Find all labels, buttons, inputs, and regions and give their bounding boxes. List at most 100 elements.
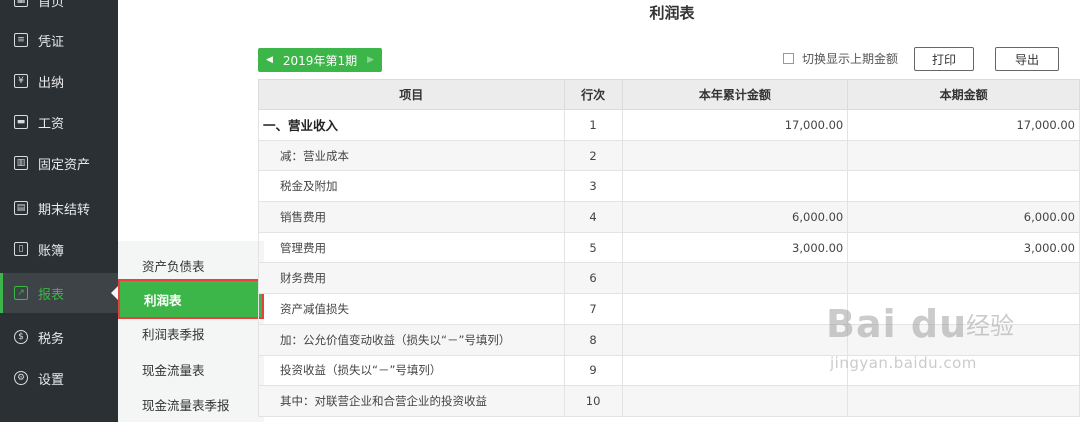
sidebar-item-label: 期末结转 xyxy=(38,202,91,218)
caret-left-icon[interactable]: ◀ xyxy=(266,55,273,65)
building-icon: ▥ xyxy=(14,156,28,170)
table-row: 财务费用 6 xyxy=(258,262,1080,295)
row-item: 管理费用 xyxy=(258,231,565,264)
current-amount-cell[interactable] xyxy=(847,262,1080,295)
baidu-jingyan-watermark: Bai du 经验 jingyan.baidu.com xyxy=(826,302,1026,382)
ytd-amount-cell[interactable] xyxy=(621,354,849,387)
period-selector[interactable]: ◀ 2019年第1期 ▶ xyxy=(258,48,382,72)
tax-icon: $ xyxy=(14,330,28,344)
reports-submenu: 资产负债表 利润表 利润表季报 现金流量表 现金流量表季报 xyxy=(118,241,264,422)
sidebar-item-tax[interactable]: $ 税务 xyxy=(0,317,118,357)
row-item: 资产减值损失 xyxy=(258,293,565,325)
table-row: 税金及附加 3 xyxy=(258,170,1080,203)
ytd-amount-cell[interactable] xyxy=(621,170,849,203)
sidebar-item-label: 凭证 xyxy=(38,34,65,50)
page-title: 利润表 xyxy=(649,4,695,22)
calendar-icon: ▤ xyxy=(14,201,28,215)
row-number: 3 xyxy=(563,170,623,203)
submenu-item-income-quarterly[interactable]: 利润表季报 xyxy=(118,315,264,351)
sidebar-item-label: 固定资产 xyxy=(38,157,91,173)
sidebar-item-salary[interactable]: ▬ 工资 xyxy=(0,102,118,142)
ytd-amount-cell[interactable]: 3,000.00 xyxy=(621,231,849,264)
row-item: 投资收益（损失以“－”号填列） xyxy=(258,354,565,387)
table-row: 其中：对联营企业和合营企业的投资收益 10 xyxy=(258,385,1080,417)
current-amount-cell[interactable] xyxy=(847,170,1080,203)
caret-right-icon[interactable]: ▶ xyxy=(367,55,374,65)
sidebar-item-label: 工资 xyxy=(38,116,65,132)
sidebar-item-home[interactable]: ▦ 首页 xyxy=(0,0,118,20)
row-item: 加：公允价值变动收益（损失以“－”号填列） xyxy=(258,323,565,356)
sidebar-item-cashier[interactable]: ¥ 出纳 xyxy=(0,61,118,101)
ytd-amount-cell[interactable] xyxy=(621,262,849,295)
column-header-current-amount: 本期金额 xyxy=(847,79,1080,110)
current-amount-cell[interactable]: 17,000.00 xyxy=(847,109,1080,141)
row-number: 10 xyxy=(563,385,623,417)
sidebar-item-ledger[interactable]: ▯ 账簿 xyxy=(0,229,118,269)
export-button[interactable]: 导出 xyxy=(995,47,1059,71)
column-header-ytd-amount: 本年累计金额 xyxy=(621,79,849,110)
row-item: 财务费用 xyxy=(258,262,565,295)
document-icon: ≡ xyxy=(14,33,28,47)
column-header-row-no: 行次 xyxy=(563,79,623,110)
sidebar-item-period-end[interactable]: ▤ 期末结转 xyxy=(0,188,118,228)
ytd-amount-cell[interactable]: 17,000.00 xyxy=(621,109,849,141)
table-row: 管理费用 5 3,000.00 3,000.00 xyxy=(258,231,1080,264)
sidebar-item-label: 首页 xyxy=(38,0,65,10)
submenu-item-income-statement[interactable]: 利润表 xyxy=(118,279,264,319)
grid-icon: ▦ xyxy=(14,0,28,7)
card-icon: ▬ xyxy=(14,115,28,129)
sidebar-item-label: 账簿 xyxy=(38,243,65,259)
ytd-amount-cell[interactable] xyxy=(621,139,849,172)
table-row: 减：营业成本 2 xyxy=(258,139,1080,172)
sidebar-item-label: 设置 xyxy=(38,372,65,388)
toggle-label: 切换显示上期金额 xyxy=(802,52,899,66)
ytd-amount-cell[interactable]: 6,000.00 xyxy=(621,201,849,233)
row-number: 6 xyxy=(563,262,623,295)
submenu-item-balance-sheet[interactable]: 资产负债表 xyxy=(118,247,264,283)
current-amount-cell[interactable] xyxy=(847,139,1080,172)
row-item: 其中：对联营企业和合营企业的投资收益 xyxy=(258,385,565,417)
row-item: 销售费用 xyxy=(258,201,565,233)
row-item: 税金及附加 xyxy=(258,170,565,203)
row-number: 2 xyxy=(563,139,623,172)
row-number: 4 xyxy=(563,201,623,233)
current-amount-cell[interactable]: 3,000.00 xyxy=(847,231,1080,264)
watermark-logo: Bai du xyxy=(826,302,968,346)
row-item: 减：营业成本 xyxy=(258,139,565,172)
row-number: 8 xyxy=(563,323,623,356)
row-number: 9 xyxy=(563,354,623,387)
sidebar-item-label: 出纳 xyxy=(38,75,65,91)
toggle-previous-period[interactable]: 切换显示上期金额 xyxy=(783,50,898,67)
watermark-url: jingyan.baidu.com xyxy=(830,354,977,372)
sidebar-item-reports[interactable]: ↗ 报表 xyxy=(0,273,118,313)
current-amount-cell[interactable]: 6,000.00 xyxy=(847,201,1080,233)
submenu-item-cash-flow[interactable]: 现金流量表 xyxy=(118,351,264,387)
watermark-cn: 经验 xyxy=(966,312,1014,340)
checkbox[interactable] xyxy=(783,53,794,64)
table-header-row: 项目 行次 本年累计金额 本期金额 xyxy=(258,79,1080,110)
book-icon: ▯ xyxy=(14,242,28,256)
ytd-amount-cell[interactable] xyxy=(621,385,849,417)
table-row: 一、营业收入 1 17,000.00 17,000.00 xyxy=(258,109,1080,141)
submenu-item-cash-flow-quarterly[interactable]: 现金流量表季报 xyxy=(118,386,264,422)
wallet-icon: ¥ xyxy=(14,74,28,88)
gear-icon: ⚙ xyxy=(14,371,28,385)
sidebar: ▦ 首页 ≡ 凭证 ¥ 出纳 ▬ 工资 ▥ 固定资产 ▤ 期末结转 ▯ 账簿 ↗… xyxy=(0,0,118,422)
sidebar-item-settings[interactable]: ⚙ 设置 xyxy=(0,358,118,398)
row-item: 一、营业收入 xyxy=(258,109,565,141)
ytd-amount-cell[interactable] xyxy=(621,323,849,356)
sidebar-item-label: 税务 xyxy=(38,331,65,347)
sidebar-item-label: 报表 xyxy=(38,287,65,303)
row-number: 7 xyxy=(563,293,623,325)
ytd-amount-cell[interactable] xyxy=(621,293,849,325)
row-number: 1 xyxy=(563,109,623,141)
sidebar-item-voucher[interactable]: ≡ 凭证 xyxy=(0,20,118,60)
chart-icon: ↗ xyxy=(14,286,28,300)
period-label: 2019年第1期 xyxy=(282,53,358,68)
sidebar-item-fixed-assets[interactable]: ▥ 固定资产 xyxy=(0,143,118,183)
column-header-item: 项目 xyxy=(258,79,565,110)
print-button[interactable]: 打印 xyxy=(914,47,974,71)
row-number: 5 xyxy=(563,231,623,264)
table-row: 销售费用 4 6,000.00 6,000.00 xyxy=(258,201,1080,233)
current-amount-cell[interactable] xyxy=(847,385,1080,417)
